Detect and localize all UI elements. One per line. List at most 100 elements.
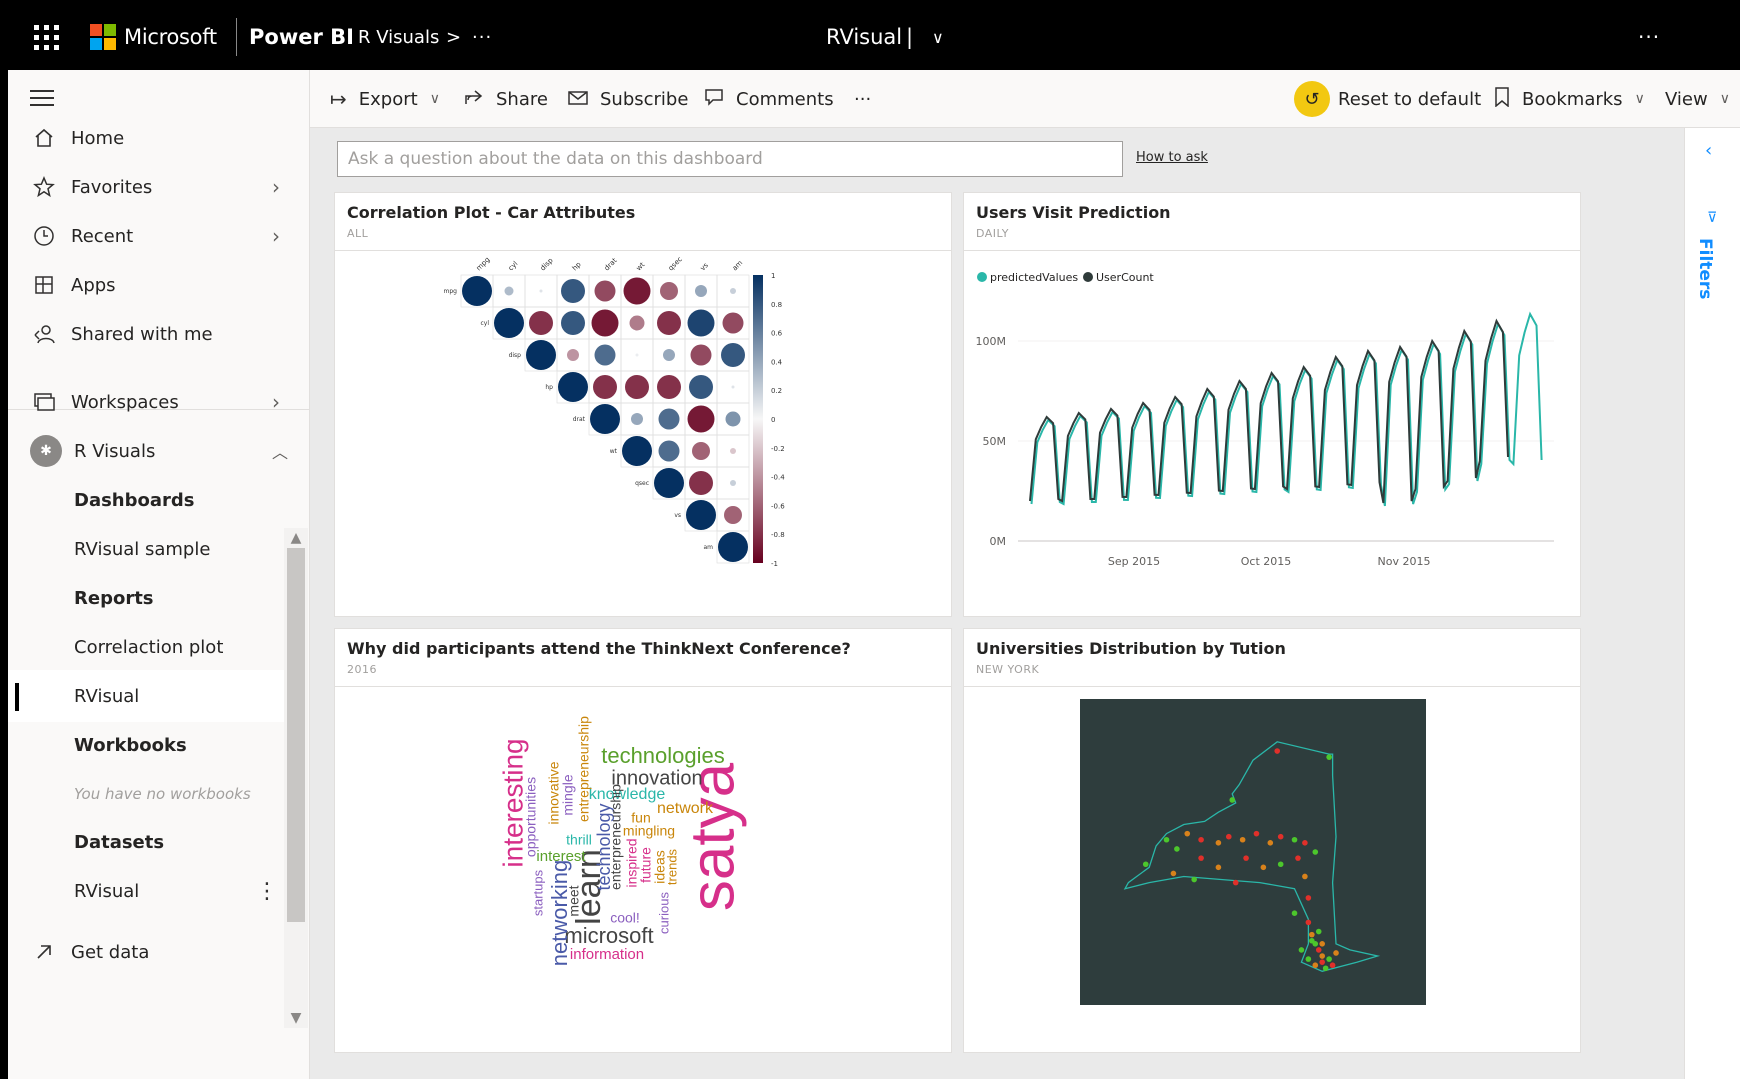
more-options-icon[interactable]: ⋮ [256, 879, 278, 904]
nav-item-get-data[interactable]: Get data [8, 926, 310, 978]
nav-item-home[interactable]: Home [8, 112, 310, 164]
filters-label[interactable]: Filters [1695, 238, 1715, 299]
left-navigation: Home Favorites › Recent › Apps Shared wi… [8, 70, 310, 1079]
qa-search-input[interactable] [337, 141, 1123, 177]
color-scale-tick: -1 [771, 560, 778, 568]
comments-button[interactable]: Comments [704, 70, 834, 128]
corr-circle [558, 372, 588, 402]
reset-to-default-button[interactable]: ↺ Reset to default [1294, 70, 1481, 128]
nav-item-current-workspace[interactable]: ✱ R Visuals ︿ [8, 425, 310, 477]
chevron-left-icon[interactable]: ‹ [1705, 140, 1712, 161]
word-network: network [657, 800, 714, 817]
share-button[interactable]: Share [464, 70, 548, 128]
nav-item-rvisual-dataset[interactable]: RVisual ⋮ [8, 865, 284, 917]
nav-item-recent[interactable]: Recent › [8, 210, 310, 262]
tile-title: Correlation Plot - Car Attributes [347, 203, 636, 222]
university-point [1142, 861, 1149, 868]
report-title: RVisual [826, 25, 903, 49]
university-point [1184, 830, 1191, 837]
university-point [1232, 879, 1239, 886]
nav-item-favorites[interactable]: Favorites › [8, 161, 310, 213]
action-bar: ↦ Export ∨ Share Subscribe Comments ··· … [310, 70, 1740, 128]
hamburger-menu-icon[interactable] [30, 90, 54, 111]
university-point [1302, 840, 1308, 846]
nav-item-shared-with-me[interactable]: Shared with me [8, 308, 310, 360]
y-tick-label: 50M [983, 435, 1007, 448]
chevron-right-icon[interactable]: › [272, 175, 280, 199]
breadcrumb-workspace[interactable]: R Visuals [358, 4, 439, 70]
corr-circle [594, 280, 616, 302]
color-scale-tick: 0.6 [771, 330, 783, 338]
corr-circle [594, 344, 616, 366]
subscribe-button[interactable]: Subscribe [568, 70, 688, 128]
visit-line-chart: predictedValues UserCount 100M 50M 0M Sep 201… [976, 271, 1554, 568]
chevron-down-icon[interactable]: ∨ [932, 4, 944, 70]
chevron-right-icon[interactable]: › [272, 224, 280, 248]
correlation-chart: mpg mpg cyl cyl disp disp hp hp drat drat wt wt qsec… [444, 255, 786, 568]
scroll-down-icon[interactable]: ▼ [284, 1010, 308, 1026]
corr-circle [591, 309, 619, 337]
corr-col-label: am [731, 259, 745, 273]
corr-row-label: qsec [635, 480, 649, 487]
university-point [1198, 855, 1204, 861]
view-button[interactable]: View ∨ [1665, 70, 1730, 128]
product-name[interactable]: Power BI [249, 4, 354, 70]
corr-circle [590, 404, 620, 434]
legend-usercount: UserCount [1096, 271, 1154, 284]
x-tick-label: Nov 2015 [1378, 555, 1431, 568]
nav-item-apps[interactable]: Apps [8, 259, 310, 311]
tile-wordcloud[interactable]: Why did participants attend the ThinkNex… [334, 628, 952, 1053]
university-point [1305, 895, 1312, 901]
nav-item-rvisual-sample[interactable]: RVisual sample [8, 523, 284, 575]
chevron-up-icon[interactable]: ︿ [272, 439, 288, 463]
how-to-ask-link[interactable]: How to ask [1136, 150, 1208, 165]
share-icon [464, 87, 484, 111]
nav-item-workspaces[interactable]: Workspaces › [8, 376, 310, 428]
app-launcher-icon[interactable] [26, 4, 66, 70]
microsoft-logo[interactable]: Microsoft [90, 4, 217, 70]
university-point [1253, 830, 1260, 837]
empty-workbooks-message: You have no workbooks [74, 785, 251, 803]
nav-item-correlaction-plot[interactable]: Correlaction plot [8, 621, 284, 673]
nav-item-rvisual-report[interactable]: RVisual [8, 670, 284, 722]
filters-pane[interactable]: ‹ ⊽ Filters [1684, 128, 1740, 1079]
bookmark-icon [1494, 86, 1510, 112]
color-scale-tick: 0.2 [771, 387, 782, 395]
tile-users-visit-prediction[interactable]: Users Visit Prediction DAILY predictedVa… [963, 192, 1581, 617]
corr-circle [689, 471, 713, 495]
corr-row-label: drat [573, 416, 586, 423]
corr-circle [629, 315, 645, 331]
corr-circle [718, 532, 748, 562]
word-entrepreneurship: entrepreneurship [576, 716, 592, 822]
scroll-thumb[interactable] [287, 548, 305, 922]
export-button[interactable]: ↦ Export ∨ [330, 70, 440, 128]
tile-correlation-plot[interactable]: Correlation Plot - Car Attributes ALL mp… [334, 192, 952, 617]
corr-circle [730, 480, 736, 486]
university-point [1274, 748, 1281, 754]
more-actions-button[interactable]: ··· [854, 70, 871, 128]
breadcrumb-more-button[interactable]: ··· [472, 4, 492, 70]
legend-swatch-usercount [1083, 272, 1093, 282]
word-knowledge: knowledge [589, 786, 666, 803]
university-point [1277, 833, 1284, 840]
shared-icon [30, 320, 58, 348]
scroll-up-icon[interactable]: ▲ [284, 530, 308, 546]
university-point [1305, 956, 1312, 962]
word-meet: meet [566, 885, 582, 916]
university-point [1198, 836, 1204, 843]
tile-title: Users Visit Prediction [976, 203, 1171, 222]
arrow-up-right-icon [30, 938, 58, 966]
tile-universities-map[interactable]: Universities Distribution by Tution NEW … [963, 628, 1581, 1053]
corr-col-label: wt [635, 261, 647, 273]
university-point [1329, 962, 1336, 969]
word-technologies: technologies [601, 743, 725, 768]
chevron-right-icon[interactable]: › [272, 390, 280, 414]
university-point [1277, 861, 1284, 868]
corr-circle [657, 375, 681, 399]
more-options-button[interactable]: ··· [1638, 4, 1660, 70]
bookmarks-button[interactable]: Bookmarks ∨ [1494, 70, 1645, 128]
brand-name: Microsoft [124, 25, 217, 49]
university-point [1243, 855, 1249, 861]
university-point [1326, 956, 1332, 962]
university-point [1291, 836, 1298, 843]
